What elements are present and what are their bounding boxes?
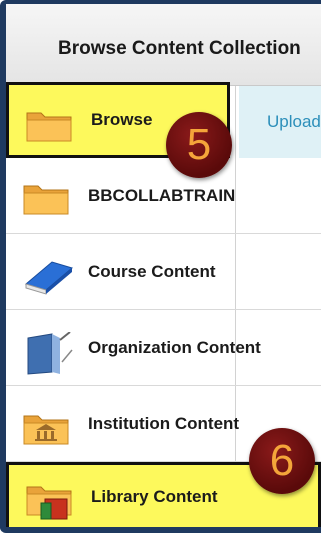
folder-icon xyxy=(25,107,79,147)
book-icon xyxy=(22,256,76,296)
page-title: Browse Content Collection xyxy=(58,38,301,59)
sidebar-item-label: Organization Content xyxy=(88,337,261,357)
action-bar: Upload xyxy=(239,86,321,158)
folder-icon xyxy=(22,180,76,220)
step-6-callout: 6 xyxy=(249,428,315,494)
library-folder-icon xyxy=(25,481,79,521)
sidebar-item-label: BBCOLLABTRAIN xyxy=(88,185,236,205)
sidebar-item-label: Browse xyxy=(91,110,153,129)
panel-header: Browse Content Collection xyxy=(6,4,321,86)
sidebar-item-label: Library Content xyxy=(91,487,218,506)
sidebar-item-label: Course Content xyxy=(88,261,216,281)
binder-icon xyxy=(22,331,76,375)
sidebar-item-organization-content[interactable]: Organization Content xyxy=(6,310,321,386)
institution-folder-icon xyxy=(22,408,76,448)
step-5-callout: 5 xyxy=(166,112,232,178)
sidebar-item-bbcollabtrain[interactable]: BBCOLLABTRAIN xyxy=(6,158,321,234)
upload-link[interactable]: Upload xyxy=(267,112,321,132)
content-collection-panel: Browse Content Collection Upload Browse … xyxy=(0,0,321,533)
sidebar-item-label: Institution Content xyxy=(88,413,240,433)
sidebar-item-course-content[interactable]: Course Content xyxy=(6,234,321,310)
